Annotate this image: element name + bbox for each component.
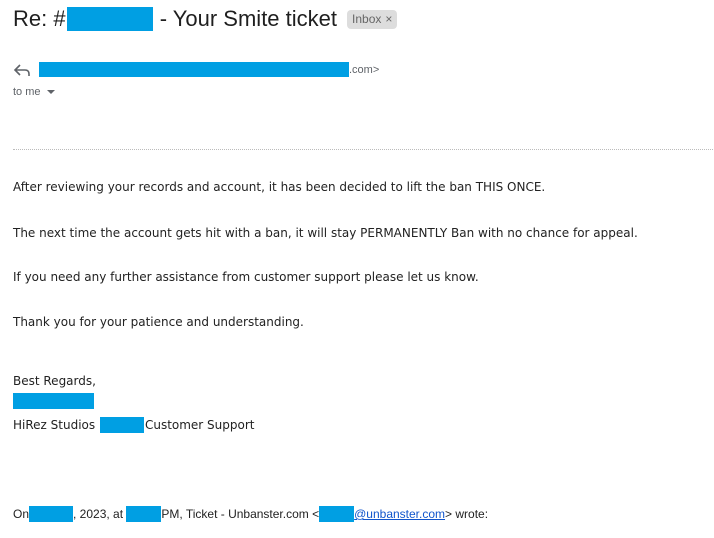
reply-icon[interactable] — [13, 63, 31, 77]
redacted-text — [99, 417, 144, 433]
sender-domain: .com> — [349, 63, 380, 76]
quote-year: , 2023, at — [73, 507, 127, 521]
redacted-time — [126, 506, 162, 522]
quote-on: On — [13, 507, 30, 521]
redacted-name — [13, 393, 94, 409]
email-subject: Re: # - Your Smite ticket Inbox × — [13, 6, 398, 32]
subject-suffix: - Your Smite ticket — [153, 6, 338, 31]
redacted-email-user — [319, 506, 355, 522]
redacted-sender — [39, 62, 349, 77]
subject-prefix: Re: # — [13, 6, 66, 31]
redacted-date — [29, 506, 74, 522]
recipient-text: to me — [13, 86, 41, 98]
remove-label-icon[interactable]: × — [385, 12, 392, 26]
quote-wrote: > wrote: — [445, 507, 489, 521]
body-paragraph: The next time the account gets hit with … — [13, 226, 638, 240]
quote-sender: PM, Ticket - Unbanster.com < — [161, 507, 320, 521]
body-paragraph: If you need any further assistance from … — [13, 270, 479, 284]
signature-name — [13, 393, 94, 409]
quote-email-link[interactable]: @unbanster.com — [354, 507, 445, 521]
recipient-dropdown[interactable]: to me — [13, 86, 55, 98]
divider — [13, 149, 713, 150]
chevron-down-icon — [46, 90, 55, 94]
body-paragraph: After reviewing your records and account… — [13, 180, 546, 194]
body-paragraph: Thank you for your patience and understa… — [13, 315, 304, 329]
company-prefix: HiRez Studios — [13, 418, 99, 432]
inbox-label[interactable]: Inbox × — [347, 9, 398, 29]
quote-header: On , 2023, at PM, Ticket - Unbanster.com… — [13, 506, 488, 522]
inbox-label-text: Inbox — [352, 12, 382, 26]
signature-company: HiRez Studios Customer Support — [13, 417, 255, 433]
signature-closing: Best Regards, — [13, 374, 96, 388]
sender-row: .com> — [13, 62, 379, 77]
company-suffix: Customer Support — [144, 418, 255, 432]
redacted-ticket-number — [66, 7, 153, 31]
